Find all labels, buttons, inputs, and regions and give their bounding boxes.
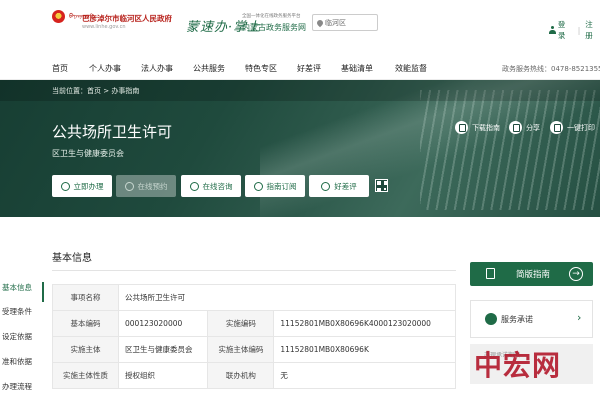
brief-guide-button[interactable]: 简版指南 → xyxy=(470,262,593,286)
calendar-icon xyxy=(124,181,134,191)
site-url: www.linhe.gov.cn xyxy=(82,24,126,30)
chat-icon xyxy=(189,181,199,191)
table-label: 实施编码 xyxy=(207,310,275,337)
rating-icon xyxy=(321,181,331,191)
service-hotline: 政务服务热线：0478-8521355 xyxy=(502,65,600,73)
subscribe-icon xyxy=(253,181,263,191)
table-label: 实施主体编码 xyxy=(207,336,275,363)
side-nav-basic-info[interactable]: 基本信息 xyxy=(0,282,44,302)
nav-item-oversight[interactable]: 效能监督 xyxy=(395,63,427,74)
print-label: 一键打印 xyxy=(567,123,595,132)
side-nav-legal-basis[interactable]: 设定依据 xyxy=(0,331,44,351)
subscribe-guide-label: 指南订阅 xyxy=(266,181,297,191)
section-divider xyxy=(52,270,456,271)
table-value: 11152801MB0X80696K4000123020000 xyxy=(273,310,456,337)
table-label: 事项名称 xyxy=(52,284,119,311)
side-nav-process[interactable]: 办理流程 xyxy=(0,381,44,400)
qr-code-icon[interactable] xyxy=(375,179,388,192)
site-header: ᠪᠠᠶᠠᠨᠨᠠᠭᠤᠷ 巴彦淖尔市临河区人民政府 www.linhe.gov.cn… xyxy=(0,0,600,57)
register-link[interactable]: 注册 xyxy=(585,19,600,41)
nav-item-personal[interactable]: 个人办事 xyxy=(89,63,121,74)
brand-title[interactable]: 内蒙古政务服务网 xyxy=(242,22,306,33)
site-watermark: 中宏网 xyxy=(474,349,562,382)
download-guide-label: 下载指南 xyxy=(472,123,500,132)
brief-guide-label: 简版指南 xyxy=(516,270,551,280)
nav-item-rating[interactable]: 好差评 xyxy=(297,63,321,74)
table-value: 无 xyxy=(273,362,456,389)
breadcrumb[interactable]: 当前位置：首页 > 办事指南 xyxy=(52,86,139,96)
table-value: 11152801MB0X80696K xyxy=(273,336,456,363)
service-promise-label: 服务承诺 xyxy=(501,315,533,324)
share-label: 分享 xyxy=(526,123,540,132)
book-online-label: 在线预约 xyxy=(137,181,168,191)
download-guide-action[interactable]: 下载指南 xyxy=(455,121,500,134)
location-pin-icon xyxy=(315,18,325,27)
chevron-right-icon: › xyxy=(577,311,582,324)
download-icon xyxy=(455,121,468,134)
page-title: 公共场所卫生许可 xyxy=(52,123,173,141)
document-icon xyxy=(486,268,495,279)
main-nav: 首页 个人办事 法人办事 公共服务 特色专区 好差评 基础清单 效能监督 政务服… xyxy=(0,57,600,80)
banner-texture xyxy=(420,90,600,210)
table-row: 基本编码 000123020000 实施编码 11152801MB0X80696… xyxy=(52,310,456,337)
print-icon xyxy=(550,121,563,134)
share-action[interactable]: 分享 xyxy=(509,121,540,134)
site-name[interactable]: 巴彦淖尔市临河区人民政府 xyxy=(82,13,172,24)
table-label: 实施主体 xyxy=(52,336,119,363)
auth-links: 登录 | 注册 xyxy=(549,19,600,41)
service-promise-panel[interactable]: 服务承诺 › xyxy=(470,300,593,338)
table-row: 事项名称 公共场所卫生许可 xyxy=(52,284,456,311)
region-label: 临河区 xyxy=(325,18,346,27)
apply-icon xyxy=(60,181,70,191)
online-consult-label: 在线咨询 xyxy=(202,181,233,191)
apply-now-button[interactable]: 立即办理 xyxy=(52,175,112,197)
national-emblem-icon xyxy=(52,10,65,23)
promise-icon xyxy=(485,313,497,325)
section-title: 基本信息 xyxy=(52,253,92,264)
table-value: 公共场所卫生许可 xyxy=(118,284,456,311)
online-consult-button[interactable]: 在线咨询 xyxy=(181,175,241,197)
rating-label: 好差评 xyxy=(334,181,357,191)
table-label: 联办机构 xyxy=(207,362,275,389)
basic-info-table: 事项名称 公共场所卫生许可 基本编码 000123020000 实施编码 111… xyxy=(52,284,456,389)
user-icon xyxy=(549,26,556,34)
nav-item-public[interactable]: 公共服务 xyxy=(193,63,225,74)
print-action[interactable]: 一键打印 xyxy=(550,121,595,134)
table-value: 区卫生与健康委员会 xyxy=(117,336,209,363)
table-label: 基本编码 xyxy=(52,310,119,337)
side-nav-conditions[interactable]: 受理条件 xyxy=(0,306,44,326)
book-online-button[interactable]: 在线预约 xyxy=(116,175,176,197)
nav-item-lists[interactable]: 基础清单 xyxy=(341,63,373,74)
arrow-right-icon: → xyxy=(569,267,583,281)
region-selector[interactable]: 临河区 xyxy=(312,14,378,31)
table-row: 实施主体 区卫生与健康委员会 实施主体编码 11152801MB0X80696K xyxy=(52,336,456,363)
table-value: 授权组织 xyxy=(117,362,209,389)
apply-now-label: 立即办理 xyxy=(73,181,104,191)
nav-item-featured[interactable]: 特色专区 xyxy=(245,63,277,74)
department-name: 区卫生与健康委员会 xyxy=(52,149,124,158)
subscribe-guide-button[interactable]: 指南订阅 xyxy=(245,175,305,197)
table-row: 实施主体性质 授权组织 联办机构 无 xyxy=(52,362,456,389)
nav-item-corporate[interactable]: 法人办事 xyxy=(141,63,173,74)
auth-divider: | xyxy=(577,25,581,35)
side-nav-approval-basis[interactable]: 准和依据 xyxy=(0,356,44,376)
login-link[interactable]: 登录 xyxy=(558,19,573,41)
table-value: 000123020000 xyxy=(117,310,209,337)
table-label: 实施主体性质 xyxy=(52,362,119,389)
nav-item-home[interactable]: 首页 xyxy=(52,63,68,74)
brand-subtitle: 全国一体化在线政务服务平台 xyxy=(242,14,301,19)
rating-button[interactable]: 好差评 xyxy=(309,175,369,197)
share-icon xyxy=(509,121,522,134)
